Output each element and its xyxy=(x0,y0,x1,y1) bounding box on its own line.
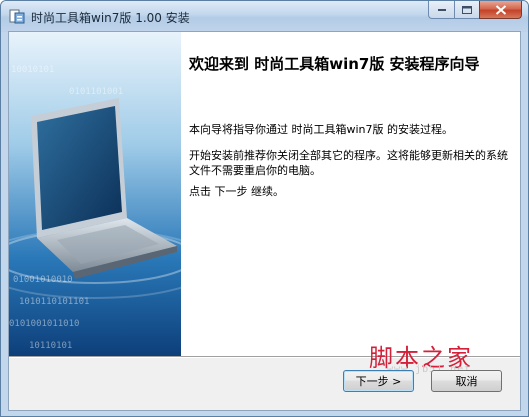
svg-text:0101001011010: 0101001011010 xyxy=(9,319,79,329)
close-button[interactable] xyxy=(479,1,522,19)
installer-window: 时尚工具箱win7版 1.00 安装 10010101 0101101001 0… xyxy=(0,0,529,417)
caption-buttons xyxy=(428,1,522,20)
title-bar[interactable]: 时尚工具箱win7版 1.00 安装 xyxy=(1,1,528,31)
maximize-button[interactable] xyxy=(454,1,479,19)
window-title: 时尚工具箱win7版 1.00 安装 xyxy=(31,11,190,25)
minimize-icon xyxy=(437,8,446,11)
welcome-panel: 10010101 0101101001 01001010010 10101101… xyxy=(9,32,520,356)
laptop-banner-image: 10010101 0101101001 01001010010 10101101… xyxy=(9,32,181,356)
close-icon xyxy=(495,4,506,15)
svg-text:10010101: 10010101 xyxy=(11,65,54,75)
svg-text:10110101: 10110101 xyxy=(29,341,72,351)
next-button[interactable]: 下一步 > xyxy=(343,370,414,392)
intro-paragraph: 本向导将指导你通过 时尚工具箱win7版 的安装过程。 xyxy=(189,123,454,136)
continue-instruction: 点击 下一步 继续。 xyxy=(189,185,284,198)
wizard-client-area: 10010101 0101101001 01001010010 10101101… xyxy=(8,31,521,411)
maximize-icon xyxy=(462,5,472,14)
installer-icon xyxy=(9,8,25,24)
cancel-button[interactable]: 取消 xyxy=(431,370,502,392)
welcome-heading: 欢迎来到 时尚工具箱win7版 安装程序向导 xyxy=(189,55,480,73)
svg-text:0101101001: 0101101001 xyxy=(69,87,123,97)
minimize-button[interactable] xyxy=(428,1,454,19)
recommendation-paragraph: 开始安装前推荐你关闭全部其它的程序。这将能够更新相关的系统文件不需要重启你的电脑… xyxy=(189,149,508,177)
